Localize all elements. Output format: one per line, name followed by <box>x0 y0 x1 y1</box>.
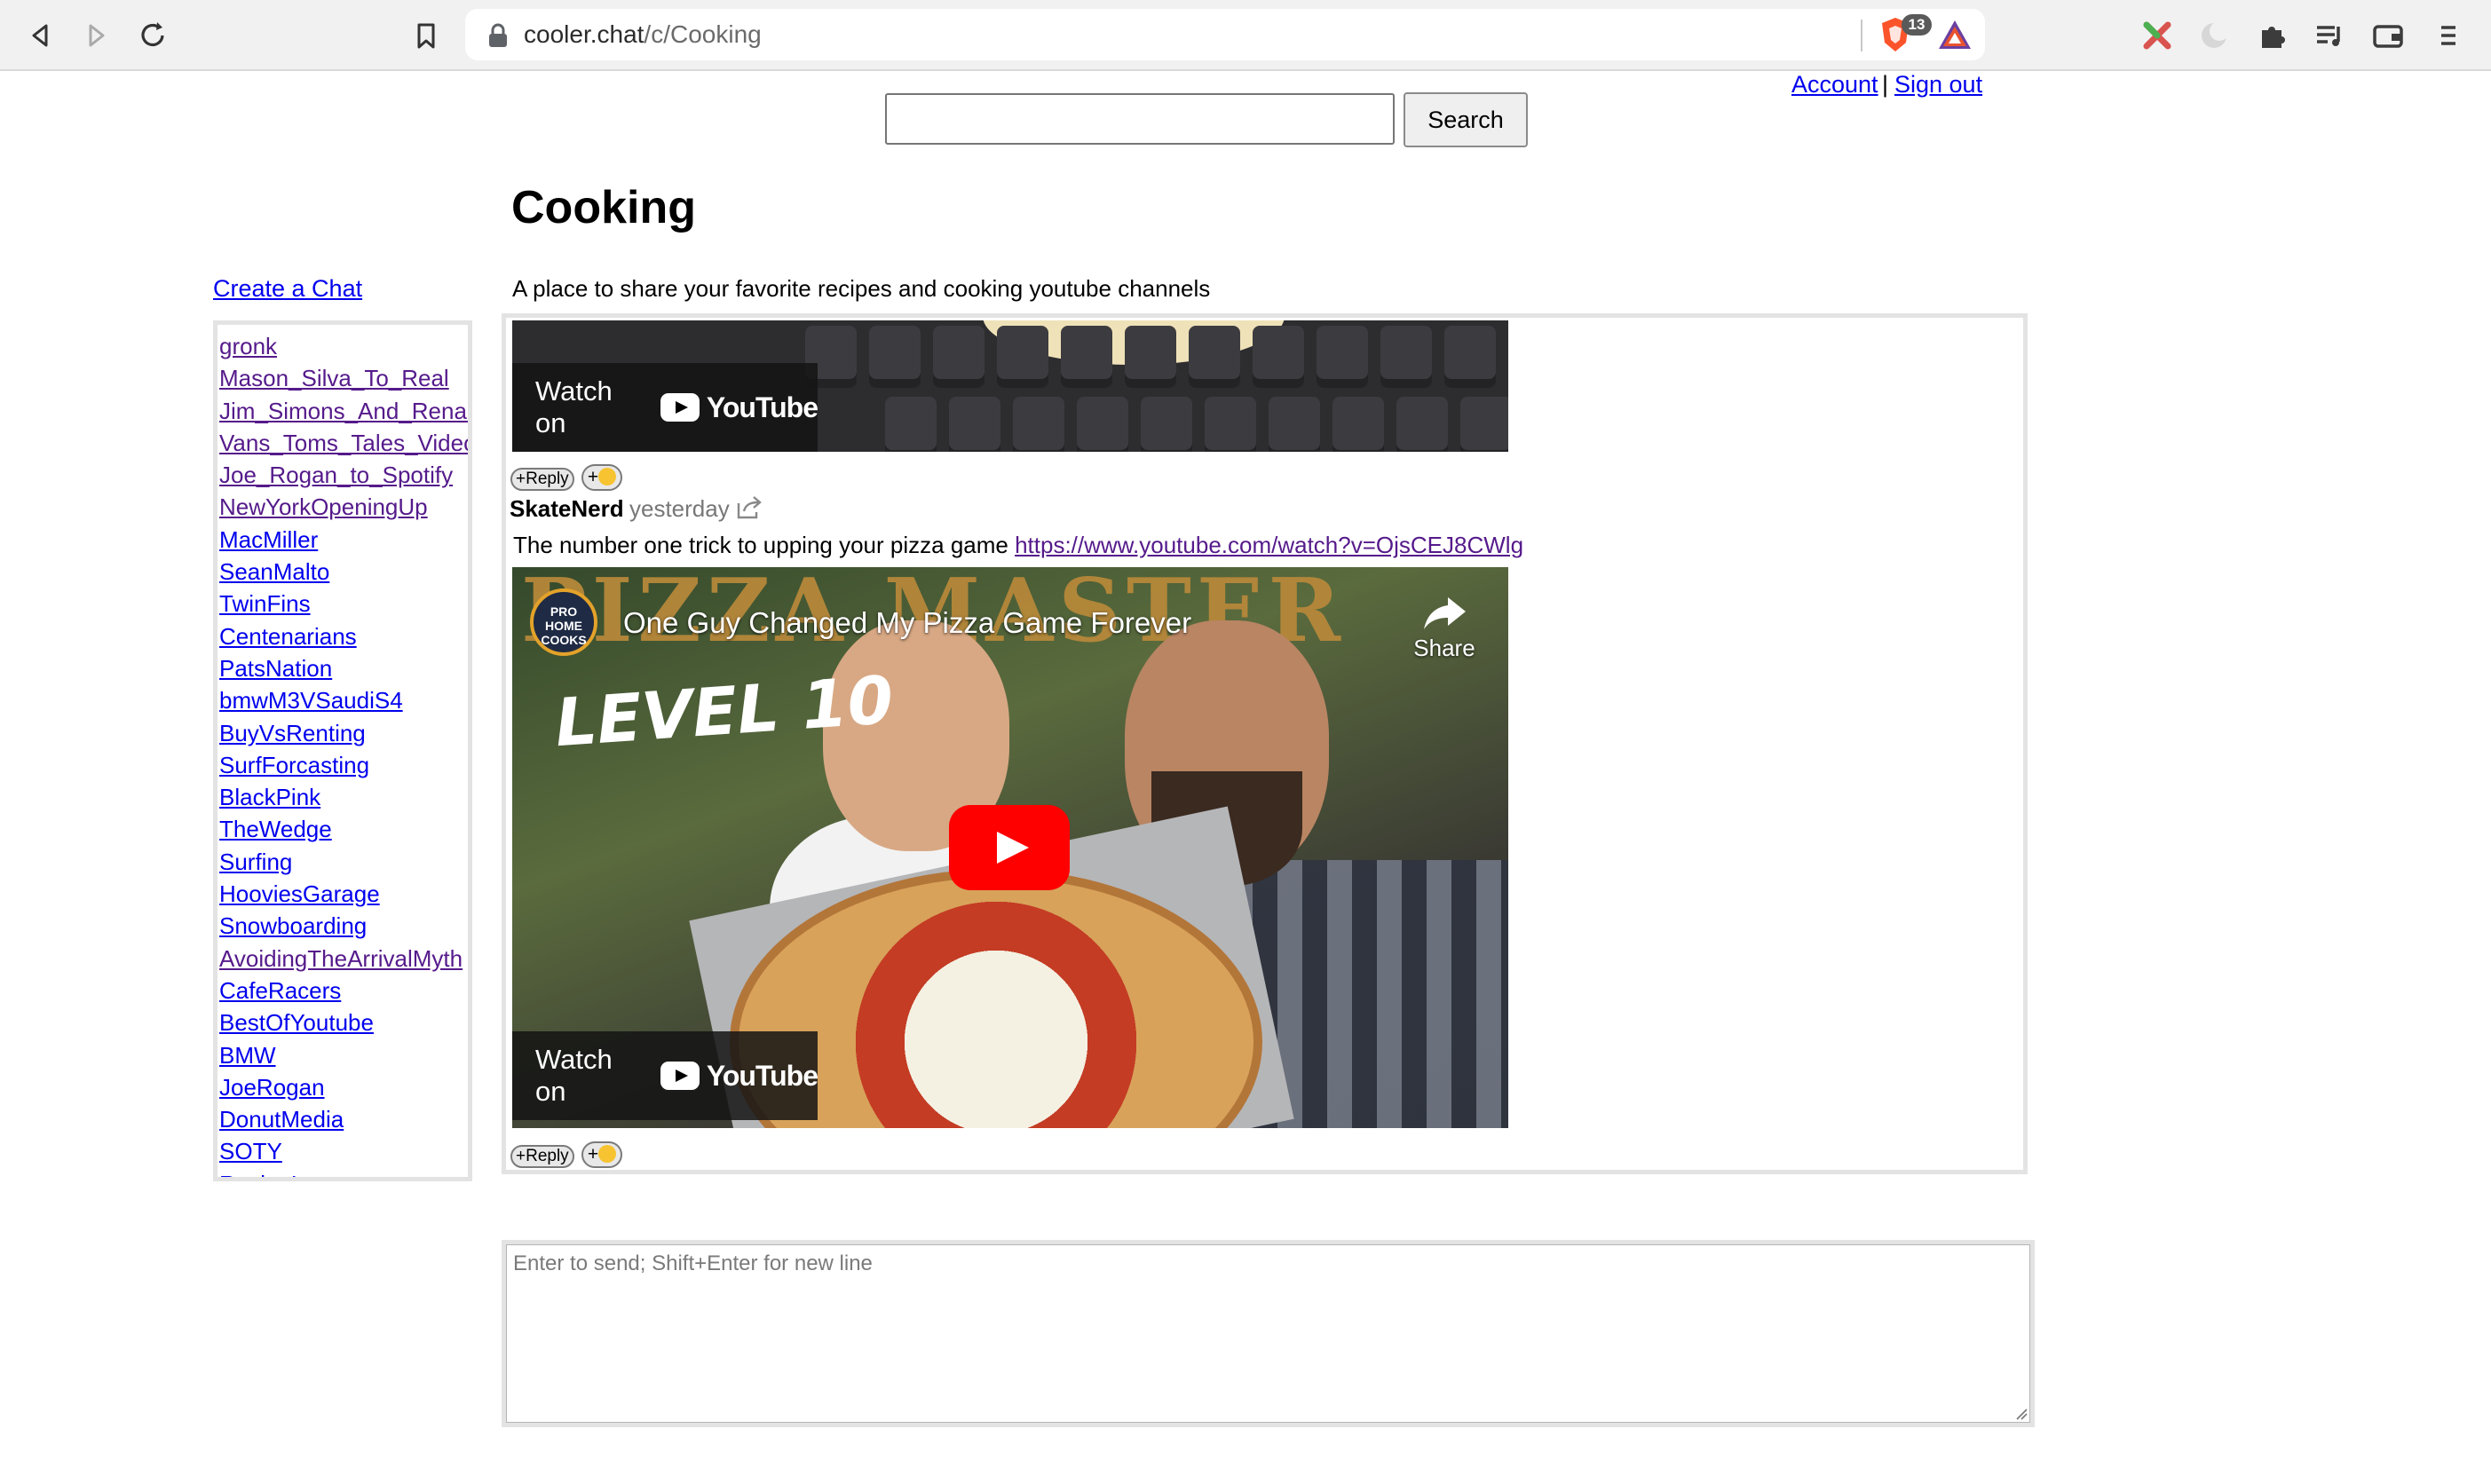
add-reaction-button[interactable]: + <box>581 464 622 491</box>
watch-on-youtube-button[interactable]: Watch on YouTube <box>512 1031 818 1120</box>
account-link[interactable]: Account <box>1791 71 1878 99</box>
bookmark-icon[interactable] <box>408 18 444 53</box>
message-link[interactable]: https://www.youtube.com/watch?v=OjsCEJ8C… <box>1015 532 1523 558</box>
chat-list-item[interactable]: TheWedge <box>219 813 468 845</box>
create-chat-link[interactable]: Create a Chat <box>213 275 362 303</box>
play-button-icon[interactable] <box>949 805 1070 890</box>
share-arrow-icon <box>1424 597 1466 629</box>
smiley-icon <box>598 1145 617 1163</box>
reply-button[interactable]: +Reply <box>510 468 574 491</box>
extensions-puzzle-icon[interactable] <box>2255 18 2290 53</box>
message-body: The number one trick to upping your pizz… <box>513 532 1016 558</box>
shields-count-badge: 13 <box>1902 14 1932 36</box>
youtube-embed[interactable]: PIZZA MASTER LEVEL 10 PRO HOME COOKS One… <box>512 567 1508 1128</box>
watch-on-label: Watch on <box>535 375 613 438</box>
chat-list-item[interactable]: MacMiller <box>219 524 468 556</box>
video-thumbnail-keys <box>805 326 1496 388</box>
media-playlist-icon[interactable] <box>2312 18 2347 53</box>
reply-button[interactable]: +Reply <box>510 1145 574 1168</box>
chat-list-item[interactable]: gronk <box>219 330 468 362</box>
youtube-logo-icon: YouTube <box>660 391 818 424</box>
channel-avatar[interactable]: PRO HOME COOKS <box>530 588 597 656</box>
lock-icon <box>489 23 507 47</box>
message-author: SkateNerd <box>510 495 624 522</box>
video-thumbnail-keys-lower <box>885 397 1508 452</box>
watch-on-youtube-button[interactable]: Watch on YouTube <box>512 363 818 452</box>
forward-icon[interactable] <box>78 18 114 53</box>
chat-list-item[interactable]: CafeRacers <box>219 975 468 1006</box>
chat-list-item[interactable]: Centenarians <box>219 620 468 652</box>
smiley-icon <box>598 468 617 485</box>
video-title[interactable]: One Guy Changed My Pizza Game Forever <box>623 606 1191 640</box>
page-title: Cooking <box>511 182 696 233</box>
chat-list-item[interactable]: Vans_Toms_Tales_Videos <box>219 427 468 459</box>
back-icon[interactable] <box>23 18 59 53</box>
chat-list-item[interactable]: DonutMedia <box>219 1103 468 1135</box>
chat-list[interactable]: gronk Mason_Silva_To_Real Jim_Simons_And… <box>213 320 472 1181</box>
sign-out-link[interactable]: Sign out <box>1894 71 1982 99</box>
chat-list-item[interactable]: BMW <box>219 1039 468 1071</box>
youtube-wordmark: YouTube <box>706 1059 818 1092</box>
extension-moon-icon[interactable] <box>2196 18 2232 53</box>
resize-grip-icon[interactable] <box>2013 1406 2028 1420</box>
chat-list-item[interactable]: bmwM3VSaudiS4 <box>219 684 468 716</box>
chat-list-item[interactable]: SurfForcasting <box>219 749 468 781</box>
chat-list-item[interactable]: BestOfYoutube <box>219 1006 468 1038</box>
chat-list-item[interactable]: TwinFins <box>219 588 468 620</box>
address-bar[interactable]: cooler.chat/c/Cooking <box>465 9 1985 60</box>
chat-list-item[interactable]: BlackPink <box>219 781 468 813</box>
message-text: The number one trick to upping your pizz… <box>513 532 1523 559</box>
reload-icon[interactable] <box>135 18 170 53</box>
brave-rewards-icon[interactable] <box>1937 18 1973 51</box>
video-share-button[interactable]: Share <box>1400 594 1489 662</box>
browser-toolbar: cooler.chat/c/Cooking 13 <box>0 0 2491 71</box>
search-button[interactable]: Search <box>1404 92 1528 147</box>
youtube-logo-icon: YouTube <box>660 1060 818 1093</box>
chat-list-item[interactable]: SeanMalto <box>219 556 468 588</box>
chat-list-item[interactable]: Snowboarding <box>219 910 468 942</box>
chat-list-item[interactable]: Jim_Simons_And_Renaissance <box>219 395 468 427</box>
url-text: cooler.chat/c/Cooking <box>524 20 762 48</box>
chat-list-item[interactable]: JoeRogan <box>219 1071 468 1103</box>
chat-list-item[interactable]: Surfing <box>219 846 468 878</box>
message-feed[interactable]: Watch on YouTube +Reply + SkateNerd yest… <box>502 313 2028 1174</box>
watch-on-label: Watch on <box>535 1044 613 1107</box>
search-input[interactable] <box>885 93 1395 145</box>
chat-list-item[interactable]: Mason_Silva_To_Real <box>219 362 468 394</box>
video-share-label: Share <box>1413 635 1475 661</box>
share-message-icon[interactable] <box>735 494 763 521</box>
chat-list-item[interactable]: HooviesGarage <box>219 878 468 910</box>
extension-x-icon[interactable] <box>2139 18 2175 53</box>
chat-list-item[interactable]: NewYorkOpeningUp <box>219 491 468 523</box>
chat-list-item[interactable]: SOTY <box>219 1135 468 1167</box>
youtube-embed[interactable]: Watch on YouTube <box>512 320 1508 452</box>
wallet-icon[interactable] <box>2370 18 2406 53</box>
add-reaction-plus: + <box>587 1144 599 1164</box>
chat-list-item[interactable]: PatsNation <box>219 652 468 684</box>
add-reaction-plus: + <box>587 467 599 487</box>
chat-list-item[interactable]: AvoidingTheArrivalMyth <box>219 943 468 975</box>
youtube-wordmark: YouTube <box>706 391 818 423</box>
message-composer[interactable] <box>502 1240 2035 1427</box>
chat-list-item[interactable]: Joe_Rogan_to_Spotify <box>219 459 468 491</box>
add-reaction-button[interactable]: + <box>581 1141 622 1168</box>
header-link-separator: | <box>1882 71 1889 98</box>
chat-description: A place to share your favorite recipes a… <box>512 275 1211 302</box>
chat-list-item[interactable]: BuyVsRenting <box>219 717 468 749</box>
address-bar-divider <box>1861 20 1862 51</box>
chat-list-item[interactable]: RocketLeague <box>219 1168 468 1177</box>
message-timestamp: yesterday <box>629 495 730 522</box>
menu-icon[interactable] <box>2431 18 2466 53</box>
